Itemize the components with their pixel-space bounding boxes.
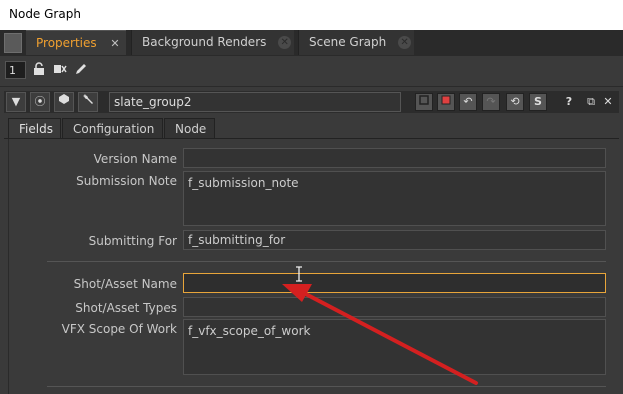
- annotation-arrow-icon: [282, 284, 478, 385]
